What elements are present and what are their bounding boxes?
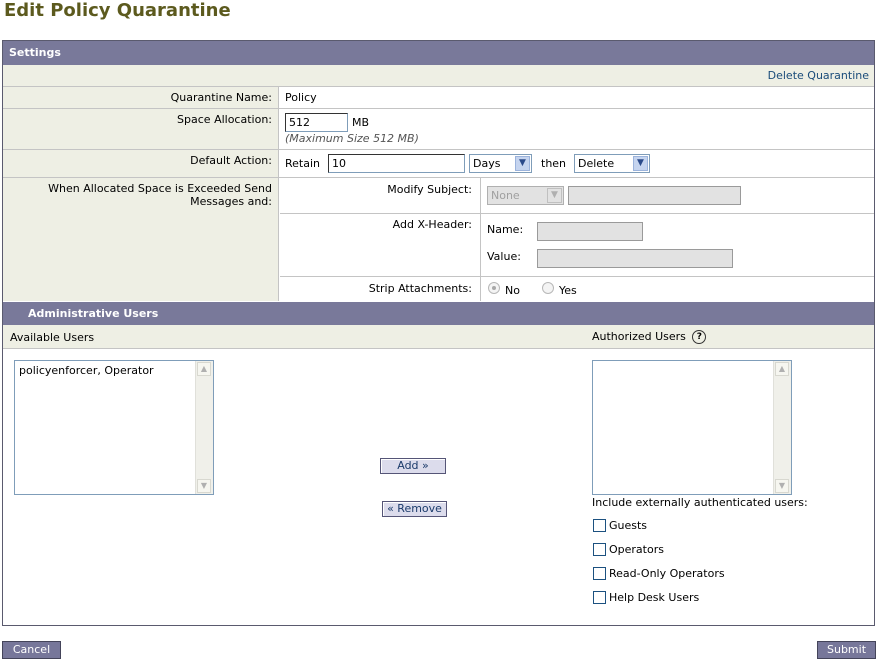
guests-checkbox[interactable] — [593, 519, 606, 532]
default-action-select[interactable]: Delete ▼ — [574, 154, 650, 173]
available-users-items: policyenforcer, Operator — [19, 364, 154, 378]
modify-subject-select[interactable]: None ▼ — [487, 186, 564, 205]
x-header-label: Add X-Header: — [392, 218, 472, 231]
read-only-operators-label: Read-Only Operators — [609, 567, 725, 580]
scroll-down-icon[interactable]: ▼ — [197, 479, 211, 493]
external-users-label: Include externally authenticated users: — [592, 496, 808, 509]
then-label: then — [541, 157, 567, 170]
default-action-value: Delete — [578, 157, 615, 170]
inner-divider — [280, 276, 874, 277]
authorized-users-list[interactable]: ▲ ▼ — [592, 360, 792, 495]
x-header-name-input[interactable] — [537, 222, 643, 241]
help-icon[interactable]: ? — [692, 330, 707, 344]
inner-divider — [280, 213, 874, 214]
strip-no-label: No — [505, 284, 520, 297]
scrollbar[interactable]: ▲ ▼ — [773, 361, 791, 494]
strip-no-radio[interactable] — [488, 282, 500, 294]
quarantine-name-row: Quarantine Name: Policy — [3, 87, 874, 109]
retain-input[interactable]: 10 — [328, 154, 465, 173]
chevron-down-icon: ▼ — [547, 188, 562, 203]
scroll-down-icon[interactable]: ▼ — [775, 479, 789, 493]
remove-user-button[interactable]: « Remove — [382, 501, 447, 517]
space-allocation-row: Space Allocation: 512 MB (Maximum Size 5… — [3, 109, 874, 150]
retain-label: Retain — [285, 157, 320, 170]
space-max-note: (Maximum Size 512 MB) — [285, 132, 419, 145]
cancel-button[interactable]: Cancel — [2, 641, 61, 659]
default-action-row: Default Action: Retain 10 Days ▼ then De… — [3, 150, 874, 178]
retain-period-select[interactable]: Days ▼ — [469, 154, 532, 173]
list-item[interactable]: policyenforcer, Operator — [19, 364, 154, 378]
space-exceeded-options: Modify Subject: None ▼ Add X-Header: Nam… — [280, 178, 874, 301]
authorized-users-label: Authorized Users — [592, 330, 686, 343]
operators-label: Operators — [609, 543, 664, 556]
strip-yes-label: Yes — [559, 284, 577, 297]
retain-period-value: Days — [473, 157, 501, 170]
modify-subject-select-value: None — [491, 189, 520, 202]
operators-checkbox[interactable] — [593, 543, 606, 556]
x-header-value-input[interactable] — [537, 249, 733, 268]
space-allocation-input[interactable]: 512 — [285, 113, 348, 132]
submit-button[interactable]: Submit — [817, 641, 876, 659]
space-exceeded-row: When Allocated Space is Exceeded Send Me… — [3, 178, 874, 301]
quarantine-name-label: Quarantine Name: — [3, 87, 279, 108]
scroll-up-icon[interactable]: ▲ — [775, 362, 789, 376]
add-user-button[interactable]: Add » — [380, 458, 446, 474]
help-desk-users-checkbox[interactable] — [593, 591, 606, 604]
chevron-down-icon: ▼ — [515, 156, 530, 171]
settings-header: Settings — [3, 41, 874, 65]
authorized-users-heading: Authorized Users ? — [592, 330, 707, 344]
strip-attachments-label: Strip Attachments: — [368, 282, 472, 295]
available-users-list[interactable]: policyenforcer, Operator ▲ ▼ — [14, 360, 214, 495]
strip-yes-radio[interactable] — [542, 282, 554, 294]
x-header-value-label: Value: — [487, 250, 521, 263]
default-action-label: Default Action: — [3, 150, 279, 177]
modify-subject-label: Modify Subject: — [387, 183, 472, 196]
chevron-down-icon: ▼ — [633, 156, 648, 171]
space-allocation-label: Space Allocation: — [3, 109, 279, 149]
inner-divider — [480, 178, 481, 301]
delete-quarantine-link[interactable]: Delete Quarantine — [768, 69, 869, 83]
admin-users-header: Administrative Users — [3, 301, 874, 325]
space-unit: MB — [352, 116, 370, 129]
settings-panel: Settings Delete Quarantine Quarantine Na… — [2, 40, 875, 626]
delete-strip: Delete Quarantine — [3, 65, 874, 87]
quarantine-name-value: Policy — [285, 91, 317, 104]
modify-subject-input[interactable] — [568, 186, 741, 205]
x-header-name-label: Name: — [487, 223, 524, 236]
help-desk-users-label: Help Desk Users — [609, 591, 700, 604]
scrollbar[interactable]: ▲ ▼ — [195, 361, 213, 494]
guests-label: Guests — [609, 519, 648, 532]
scroll-up-icon[interactable]: ▲ — [197, 362, 211, 376]
page-title: Edit Policy Quarantine — [4, 0, 231, 21]
available-users-label: Available Users — [10, 331, 95, 344]
admin-users-subheader: Available Users Authorized Users ? — [3, 325, 874, 349]
space-exceeded-label: When Allocated Space is Exceeded Send Me… — [3, 178, 279, 301]
read-only-operators-checkbox[interactable] — [593, 567, 606, 580]
